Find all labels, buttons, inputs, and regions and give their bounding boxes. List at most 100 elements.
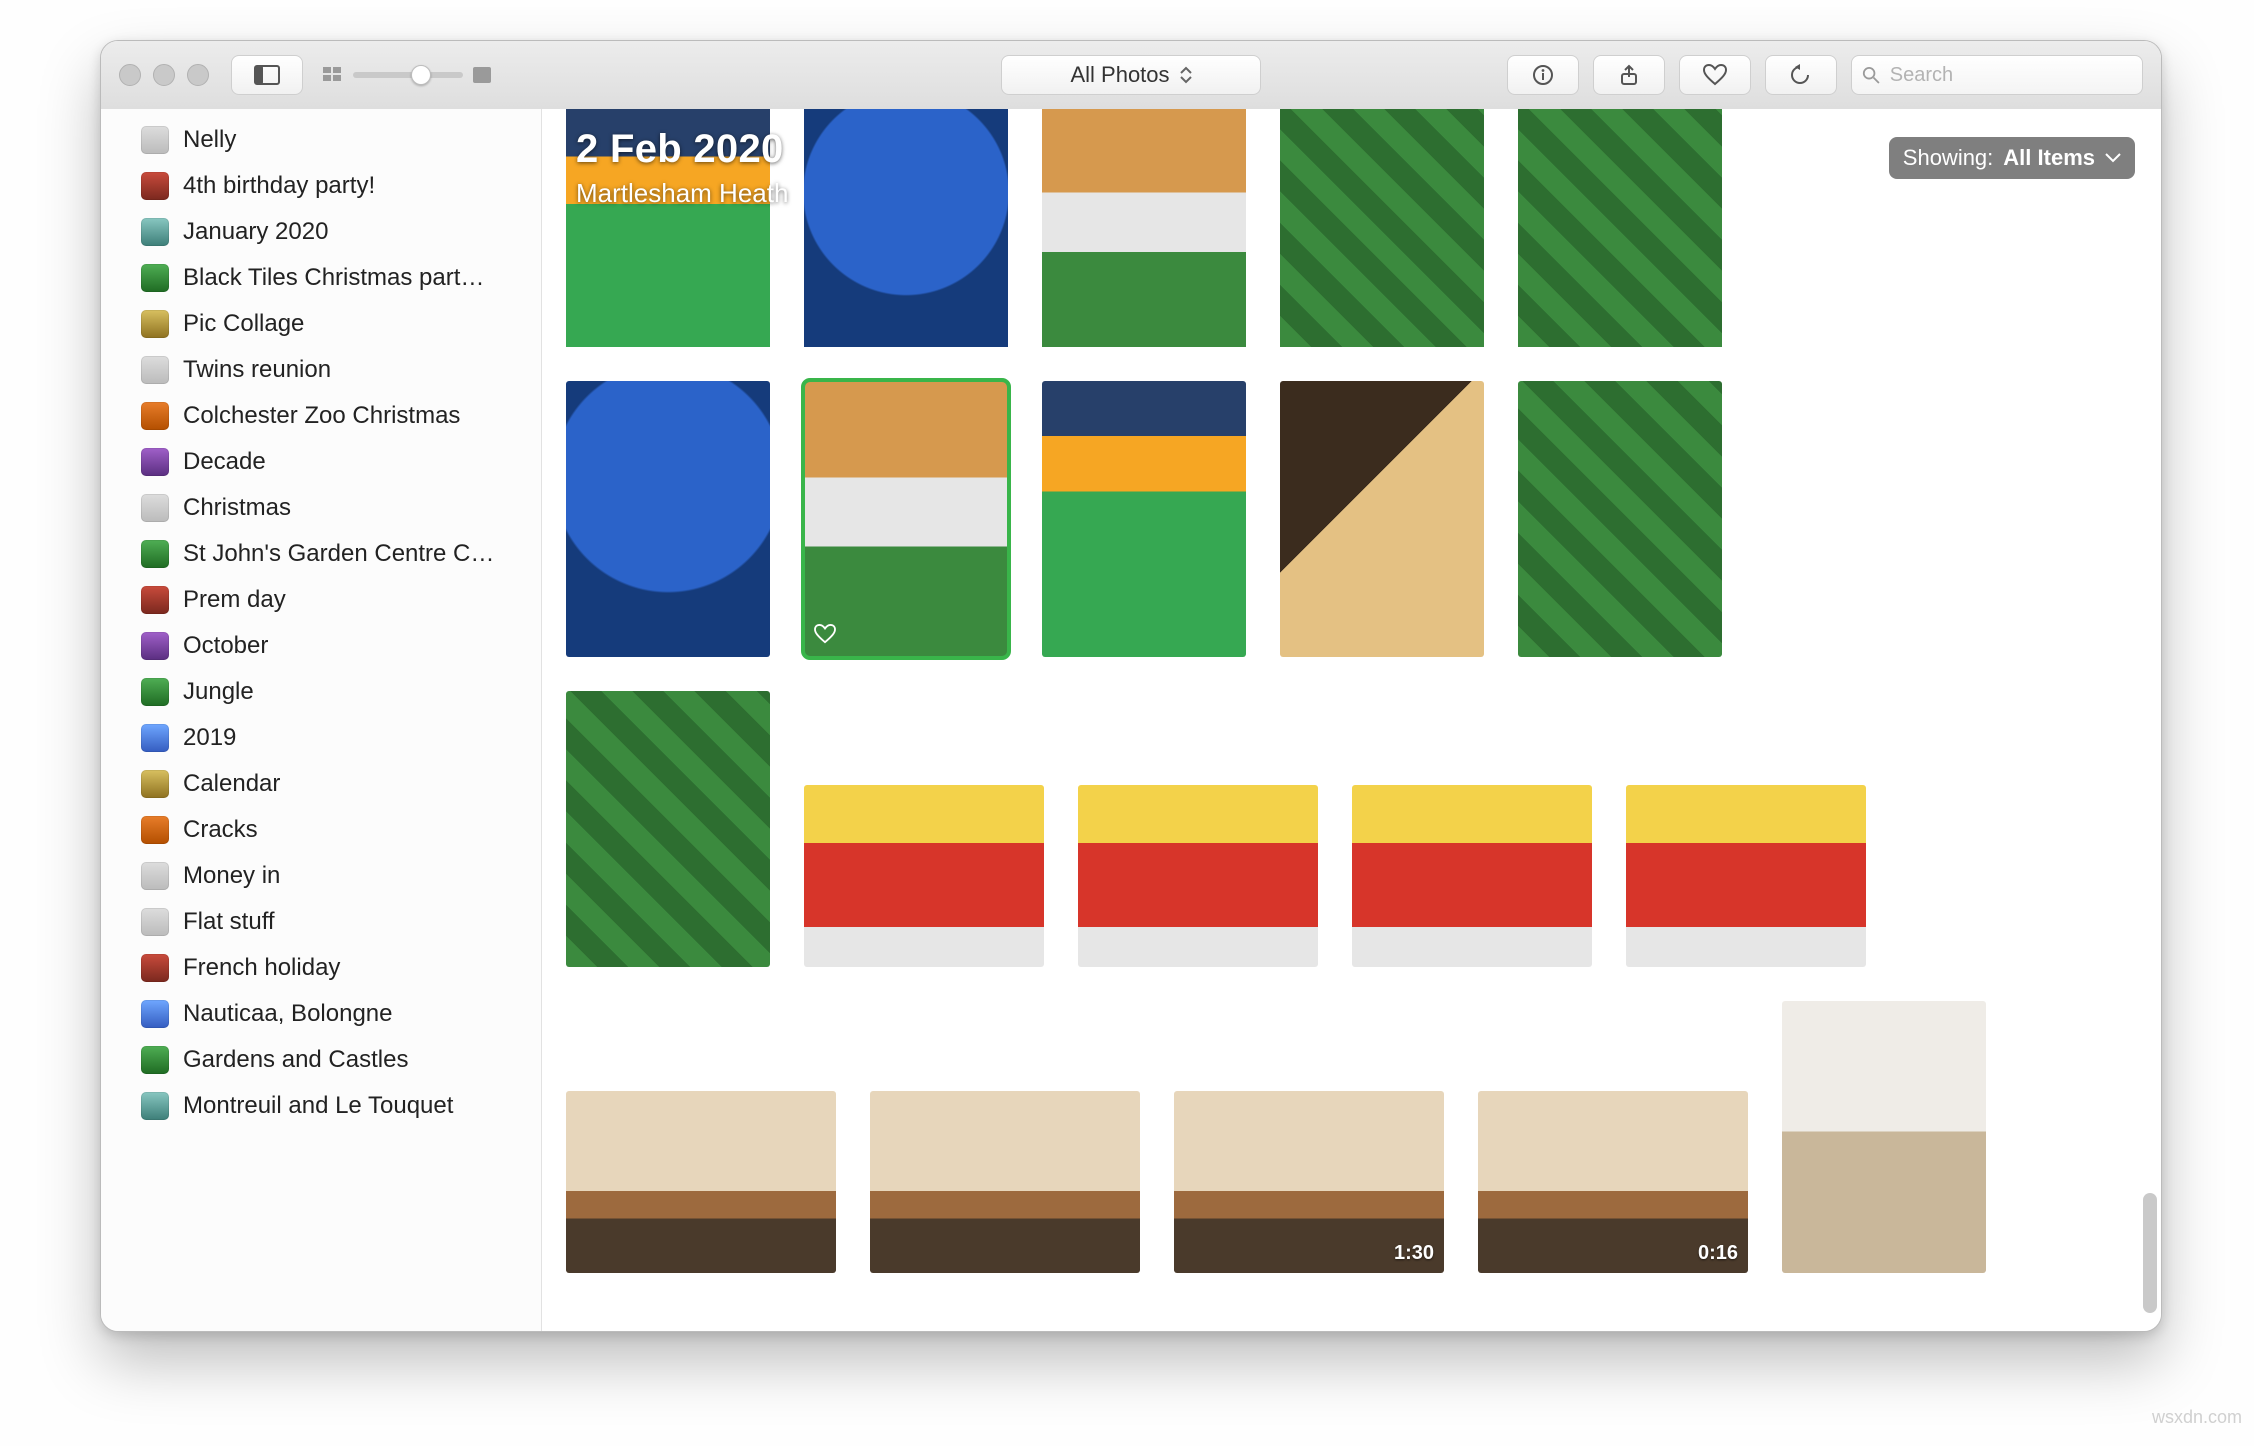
window-traffic-lights	[119, 64, 209, 86]
photo-grid[interactable]: 2 Feb 2020 Martlesham Heath Showing: All…	[542, 109, 2161, 1331]
sidebar-item[interactable]: Cracks	[101, 807, 541, 853]
scrollbar-thumb[interactable]	[2143, 1193, 2157, 1313]
photo-thumbnail[interactable]	[804, 785, 1044, 967]
view-select-label: All Photos	[1070, 62, 1169, 88]
search-icon	[1862, 65, 1880, 85]
sidebar-item[interactable]: Prem day	[101, 577, 541, 623]
sidebar-item[interactable]: Money in	[101, 853, 541, 899]
favorite-button[interactable]	[1679, 55, 1751, 95]
photo-thumbnail[interactable]	[1352, 785, 1592, 967]
slider-thumb[interactable]	[411, 65, 431, 85]
album-thumb-icon	[141, 126, 169, 154]
album-thumb-icon	[141, 264, 169, 292]
sidebar-item[interactable]: Montreuil and Le Touquet	[101, 1083, 541, 1129]
sidebar-item[interactable]: Nauticaa, Bolongne	[101, 991, 541, 1037]
sidebar-item-label: St John's Garden Centre C…	[183, 534, 494, 574]
photo-thumbnail[interactable]	[1042, 381, 1246, 657]
album-thumb-icon	[141, 218, 169, 246]
sidebar-item[interactable]: Twins reunion	[101, 347, 541, 393]
thumbnail-size-slider[interactable]	[353, 72, 463, 78]
gallery: 1:30 0:16	[542, 109, 2161, 1313]
sidebar-item[interactable]: Pic Collage	[101, 301, 541, 347]
album-thumb-icon	[141, 586, 169, 614]
photo-thumbnail[interactable]	[1518, 109, 1722, 347]
sidebar-item[interactable]: Gardens and Castles	[101, 1037, 541, 1083]
moment-date: 2 Feb 2020	[576, 127, 788, 172]
sidebar-item[interactable]: October	[101, 623, 541, 669]
sidebar-item[interactable]: 2019	[101, 715, 541, 761]
photo-thumbnail[interactable]	[804, 109, 1008, 347]
album-thumb-icon	[141, 448, 169, 476]
sidebar-item[interactable]: January 2020	[101, 209, 541, 255]
album-thumb-icon	[141, 862, 169, 890]
photo-thumbnail[interactable]	[566, 381, 770, 657]
vertical-scrollbar[interactable]	[2143, 117, 2157, 1323]
thumbnail-size-control	[323, 67, 491, 83]
info-button[interactable]	[1507, 55, 1579, 95]
watermark: wsxdn.com	[2152, 1407, 2242, 1428]
album-thumb-icon	[141, 402, 169, 430]
album-thumb-icon	[141, 1092, 169, 1120]
sidebar-item-label: Twins reunion	[183, 350, 331, 390]
sidebar-item[interactable]: Black Tiles Christmas part…	[101, 255, 541, 301]
sidebar-item[interactable]: Flat stuff	[101, 899, 541, 945]
sidebar-item-label: 4th birthday party!	[183, 166, 375, 206]
photo-thumbnail[interactable]	[1042, 109, 1246, 347]
sidebar-item-label: Montreuil and Le Touquet	[183, 1086, 453, 1126]
chevron-updown-icon	[1180, 66, 1192, 84]
view-select[interactable]: All Photos	[1001, 55, 1261, 95]
sidebar-item-label: Jungle	[183, 672, 254, 712]
gallery-row: 1:30 0:16	[566, 1001, 2137, 1273]
sidebar-item[interactable]: Jungle	[101, 669, 541, 715]
grid-small-icon	[323, 67, 343, 83]
showing-filter[interactable]: Showing: All Items	[1889, 137, 2135, 179]
minimize-window-button[interactable]	[153, 64, 175, 86]
photo-thumbnail[interactable]	[1782, 1001, 1986, 1273]
rotate-button[interactable]	[1765, 55, 1837, 95]
sidebar-item-label: October	[183, 626, 268, 666]
photo-thumbnail-selected[interactable]	[804, 381, 1008, 657]
search-input[interactable]	[1888, 63, 2132, 88]
sidebar-item-label: Christmas	[183, 488, 291, 528]
sidebar-item-label: 2019	[183, 718, 236, 758]
share-button[interactable]	[1593, 55, 1665, 95]
sidebar-item[interactable]: Decade	[101, 439, 541, 485]
photo-thumbnail[interactable]	[1280, 381, 1484, 657]
photo-thumbnail[interactable]	[870, 1091, 1140, 1273]
photo-thumbnail[interactable]	[1626, 785, 1866, 967]
album-thumb-icon	[141, 908, 169, 936]
album-thumb-icon	[141, 540, 169, 568]
sidebar-icon	[254, 65, 280, 85]
sidebar-item[interactable]: 4th birthday party!	[101, 163, 541, 209]
sidebar-item[interactable]: French holiday	[101, 945, 541, 991]
search-field[interactable]	[1851, 55, 2143, 95]
album-thumb-icon	[141, 172, 169, 200]
photo-thumbnail[interactable]	[566, 1091, 836, 1273]
album-thumb-icon	[141, 954, 169, 982]
photo-thumbnail[interactable]	[1518, 381, 1722, 657]
photo-thumbnail[interactable]	[566, 691, 770, 967]
video-duration: 0:16	[1698, 1242, 1738, 1265]
album-thumb-icon	[141, 632, 169, 660]
photo-thumbnail[interactable]: 1:30	[1174, 1091, 1444, 1273]
photo-thumbnail[interactable]: 0:16	[1478, 1091, 1748, 1273]
albums-sidebar[interactable]: Nelly4th birthday party! January 2020Blac…	[101, 109, 542, 1331]
sidebar-item-label: Pic Collage	[183, 304, 304, 344]
album-thumb-icon	[141, 678, 169, 706]
sidebar-item[interactable]: Nelly	[101, 117, 541, 163]
fullscreen-window-button[interactable]	[187, 64, 209, 86]
sidebar-item-label: Cracks	[183, 810, 258, 850]
sidebar-item-label: Gardens and Castles	[183, 1040, 408, 1080]
album-thumb-icon	[141, 724, 169, 752]
photo-thumbnail[interactable]	[1280, 109, 1484, 347]
sidebar-item-label: January 2020	[183, 212, 328, 252]
sidebar-item[interactable]: Colchester Zoo Christmas	[101, 393, 541, 439]
toggle-sidebar-button[interactable]	[231, 55, 303, 95]
sidebar-item-label: Money in	[183, 856, 280, 896]
photo-thumbnail[interactable]	[1078, 785, 1318, 967]
sidebar-item[interactable]: Calendar	[101, 761, 541, 807]
sidebar-item[interactable]: Christmas	[101, 485, 541, 531]
sidebar-item[interactable]: St John's Garden Centre C…	[101, 531, 541, 577]
close-window-button[interactable]	[119, 64, 141, 86]
album-thumb-icon	[141, 356, 169, 384]
